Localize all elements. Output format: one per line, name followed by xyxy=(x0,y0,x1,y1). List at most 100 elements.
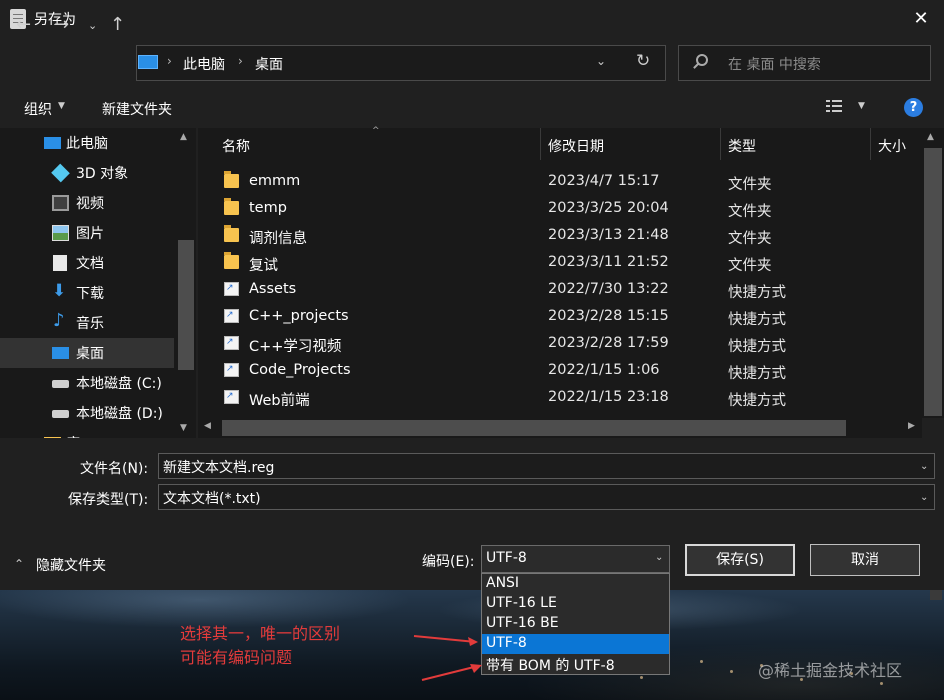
file-type: 快捷方式 xyxy=(728,285,786,301)
nav-item-pictures[interactable]: 图片 xyxy=(0,218,174,248)
chevron-down-icon[interactable]: ⌄ xyxy=(920,492,928,503)
chevron-down-icon[interactable]: ▼ xyxy=(858,101,865,111)
nav-item-label: 图片 xyxy=(76,226,104,242)
horizontal-scrollbar-thumb[interactable] xyxy=(222,420,846,436)
view-options-icon[interactable] xyxy=(826,100,844,114)
scroll-left-arrow-icon[interactable]: ◀ xyxy=(204,421,211,431)
nav-item-label: 下载 xyxy=(76,286,104,302)
forward-arrow-icon[interactable]: → xyxy=(54,14,69,35)
encoding-option-ansi[interactable]: ANSI xyxy=(482,574,669,594)
file-name: C++_projects xyxy=(249,308,349,324)
close-button[interactable]: ✕ xyxy=(906,6,936,32)
desktop-icon xyxy=(52,347,69,359)
encoding-select[interactable]: UTF-8 xyxy=(481,545,670,573)
filetype-label: 保存类型(T): xyxy=(68,492,149,508)
file-type: 快捷方式 xyxy=(728,312,786,328)
table-row[interactable]: 复试 2023/3/11 21:52 文件夹 xyxy=(198,250,922,277)
hide-folders-button[interactable]: 隐藏文件夹 xyxy=(36,555,106,575)
breadcrumb-separator-icon[interactable]: › xyxy=(238,54,243,68)
table-row[interactable]: C++学习视频 2023/2/28 17:59 快捷方式 xyxy=(198,331,922,358)
scroll-down-arrow-icon[interactable]: ▼ xyxy=(180,423,187,433)
column-divider[interactable] xyxy=(720,128,721,160)
nav-item-drive-d[interactable]: 本地磁盘 (D:) xyxy=(0,398,174,428)
address-dropdown-chevron-icon[interactable]: ⌄ xyxy=(596,54,606,68)
title-bar xyxy=(0,0,944,38)
table-row[interactable]: C++_projects 2023/2/28 15:15 快捷方式 xyxy=(198,304,922,331)
nav-item-music[interactable]: ♪ 音乐 xyxy=(0,308,174,338)
file-type: 文件夹 xyxy=(728,204,772,220)
file-date: 2023/2/28 15:15 xyxy=(548,308,669,324)
file-date: 2023/4/7 15:17 xyxy=(548,173,660,189)
nav-item-desktop[interactable]: 桌面 xyxy=(0,338,174,368)
shortcut-icon xyxy=(224,282,239,296)
encoding-option-utf8-bom[interactable]: 带有 BOM 的 UTF-8 xyxy=(482,654,669,674)
help-icon[interactable]: ? xyxy=(904,98,923,117)
nav-item-3d-objects[interactable]: 3D 对象 xyxy=(0,158,174,188)
nav-item-documents[interactable]: 文档 xyxy=(0,248,174,278)
file-date: 2022/1/15 23:18 xyxy=(548,389,669,405)
scroll-up-arrow-icon[interactable]: ▲ xyxy=(180,132,187,142)
recent-locations-chevron-icon[interactable]: ⌄ xyxy=(88,19,97,32)
table-row[interactable]: Code_Projects 2022/1/15 1:06 快捷方式 xyxy=(198,358,922,385)
file-name: 复试 xyxy=(249,258,278,274)
file-type: 快捷方式 xyxy=(728,366,786,382)
file-list-scrollbar-thumb[interactable] xyxy=(924,148,942,416)
file-type: 快捷方式 xyxy=(728,393,786,409)
breadcrumb-desktop[interactable]: 桌面 xyxy=(255,54,283,74)
download-icon: ⬇ xyxy=(52,281,67,301)
nav-item-label: 文档 xyxy=(76,256,104,272)
scroll-right-arrow-icon[interactable]: ▶ xyxy=(908,421,915,431)
file-type: 文件夹 xyxy=(728,231,772,247)
nav-scrollbar-thumb[interactable] xyxy=(178,240,194,370)
encoding-option-utf16le[interactable]: UTF-16 LE xyxy=(482,594,669,614)
sort-ascending-icon: ^ xyxy=(372,126,380,136)
nav-item-label: 视频 xyxy=(76,196,104,212)
column-divider[interactable] xyxy=(870,128,871,160)
table-row[interactable]: Web前端 2022/1/15 23:18 快捷方式 xyxy=(198,385,922,412)
chevron-down-icon[interactable]: ⌄ xyxy=(655,552,663,563)
nav-item-library[interactable]: 库 xyxy=(0,428,174,438)
back-arrow-icon[interactable]: ← xyxy=(16,14,31,35)
nav-item-drive-c[interactable]: 本地磁盘 (C:) xyxy=(0,368,174,398)
column-header-date[interactable]: 修改日期 xyxy=(548,136,604,156)
nav-item-label: 桌面 xyxy=(76,346,104,362)
encoding-option-utf8[interactable]: UTF-8 xyxy=(482,634,669,654)
breadcrumb-pc[interactable]: 此电脑 xyxy=(183,54,225,74)
nav-item-videos[interactable]: 视频 xyxy=(0,188,174,218)
filetype-select[interactable]: 文本文档(*.txt) xyxy=(158,484,935,510)
shortcut-icon xyxy=(224,309,239,323)
shortcut-icon xyxy=(224,390,239,404)
file-name: Web前端 xyxy=(249,393,310,409)
chevron-down-icon[interactable]: ⌄ xyxy=(920,461,928,472)
column-header-name[interactable]: 名称 xyxy=(222,136,250,156)
file-name: Code_Projects xyxy=(249,362,351,378)
annotation-text: 选择其一，唯一的区别 xyxy=(180,624,341,643)
save-button[interactable]: 保存(S) xyxy=(685,544,795,576)
file-date: 2023/3/11 21:52 xyxy=(548,254,669,270)
chevron-up-icon[interactable]: ⌃ xyxy=(14,557,24,571)
file-type: 文件夹 xyxy=(728,177,772,193)
annotation-text: 可能有编码问题 xyxy=(180,648,293,667)
encoding-option-utf16be[interactable]: UTF-16 BE xyxy=(482,614,669,634)
column-header-type[interactable]: 类型 xyxy=(728,136,756,156)
organize-button[interactable]: 组织 xyxy=(24,99,52,119)
table-row[interactable]: Assets 2022/7/30 13:22 快捷方式 xyxy=(198,277,922,304)
file-date: 2023/2/28 17:59 xyxy=(548,335,669,351)
refresh-icon[interactable]: ↻ xyxy=(636,51,650,71)
table-row[interactable]: 调剂信息 2023/3/13 21:48 文件夹 xyxy=(198,223,922,250)
up-arrow-icon[interactable]: ↑ xyxy=(110,14,125,35)
nav-item-this-pc[interactable]: 此电脑 xyxy=(0,128,174,158)
table-row[interactable]: emmm 2023/4/7 15:17 文件夹 xyxy=(198,169,922,196)
new-folder-button[interactable]: 新建文件夹 xyxy=(102,99,172,119)
nav-item-label: 音乐 xyxy=(76,316,104,332)
filename-field[interactable]: 新建文本文档.reg xyxy=(158,453,935,479)
column-divider[interactable] xyxy=(540,128,541,160)
folder-icon xyxy=(224,225,239,242)
table-row[interactable]: temp 2023/3/25 20:04 文件夹 xyxy=(198,196,922,223)
file-date: 2022/1/15 1:06 xyxy=(548,362,660,378)
cancel-button[interactable]: 取消 xyxy=(810,544,920,576)
column-header-size[interactable]: 大小 xyxy=(878,136,906,156)
nav-item-downloads[interactable]: ⬇ 下载 xyxy=(0,278,174,308)
file-name: 调剂信息 xyxy=(249,231,307,247)
scroll-up-arrow-icon[interactable]: ▲ xyxy=(927,132,934,142)
